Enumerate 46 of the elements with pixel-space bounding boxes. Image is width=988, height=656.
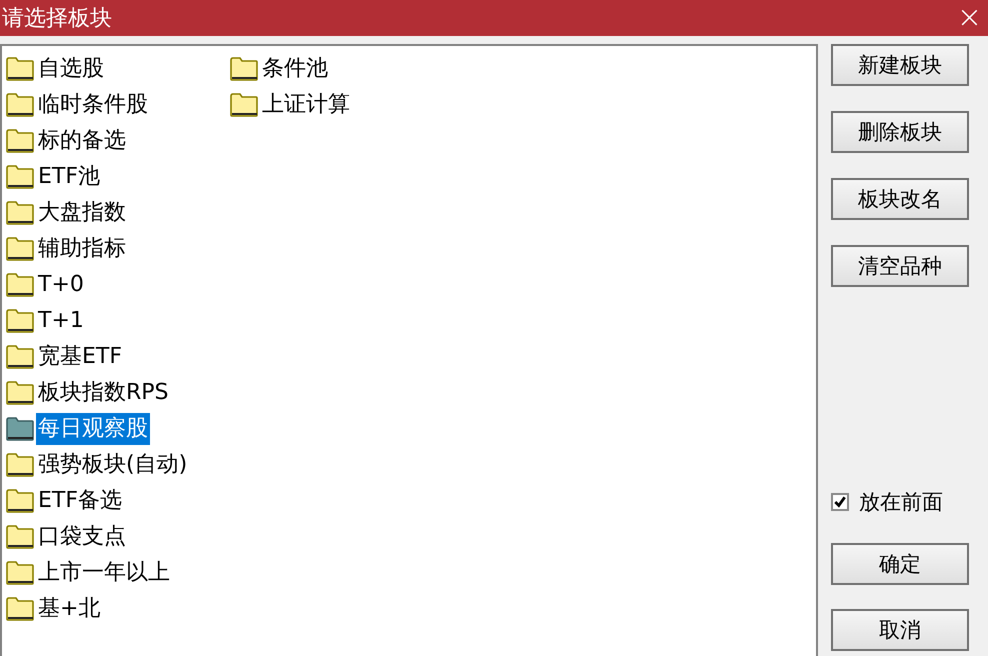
folder-icon	[6, 525, 34, 549]
dialog-button[interactable]: 确定	[831, 543, 969, 585]
dialog-button[interactable]: 取消	[831, 609, 969, 651]
list-item[interactable]: ETF池	[36, 161, 102, 193]
folder-icon	[6, 237, 34, 261]
list-item[interactable]: 口袋支点	[36, 521, 128, 553]
list-item[interactable]: 上证计算	[260, 89, 352, 121]
folder-icon	[6, 129, 34, 153]
dialog-button[interactable]: 清空品种	[831, 245, 969, 287]
folder-icon	[6, 93, 34, 117]
list-item[interactable]: 临时条件股	[36, 89, 150, 121]
folder-icon	[6, 453, 34, 477]
list-item[interactable]: 大盘指数	[36, 197, 128, 229]
folder-icon	[6, 561, 34, 585]
list-item[interactable]: 宽基ETF	[36, 341, 124, 373]
folder-icon	[6, 165, 34, 189]
dialog-button[interactable]: 板块改名	[831, 178, 969, 220]
folder-icon	[230, 93, 258, 117]
checkbox[interactable]	[831, 493, 849, 511]
list-item[interactable]: 板块指数RPS	[36, 377, 171, 409]
folder-icon	[6, 57, 34, 81]
folder-icon	[6, 381, 34, 405]
folder-icon	[6, 309, 34, 333]
list-item[interactable]: 每日观察股	[36, 413, 150, 445]
folder-icon	[230, 57, 258, 81]
list-item[interactable]: 辅助指标	[36, 233, 128, 265]
list-item[interactable]: ETF备选	[36, 485, 124, 517]
folder-icon	[6, 273, 34, 297]
dialog-button[interactable]: 删除板块	[831, 111, 969, 153]
list-item[interactable]: 自选股	[36, 53, 106, 85]
folder-icon	[6, 489, 34, 513]
list-item[interactable]: 上市一年以上	[36, 557, 172, 589]
folder-icon	[6, 417, 34, 441]
dialog-button[interactable]: 新建板块	[831, 44, 969, 86]
list-item[interactable]: 基+北	[36, 593, 102, 625]
close-button[interactable]: ×	[950, 3, 988, 33]
folder-icon	[6, 201, 34, 225]
window-title: 请选择板块	[1, 5, 112, 33]
list-item[interactable]: T+0	[36, 269, 86, 301]
list-item[interactable]: T+1	[36, 305, 86, 337]
checkbox-label[interactable]: 放在前面	[859, 488, 943, 516]
list-item[interactable]: 条件池	[260, 53, 330, 85]
folder-icon	[6, 345, 34, 369]
list-item[interactable]: 强势板块(自动)	[36, 449, 190, 481]
list-item[interactable]: 标的备选	[36, 125, 128, 157]
folder-icon	[6, 597, 34, 621]
